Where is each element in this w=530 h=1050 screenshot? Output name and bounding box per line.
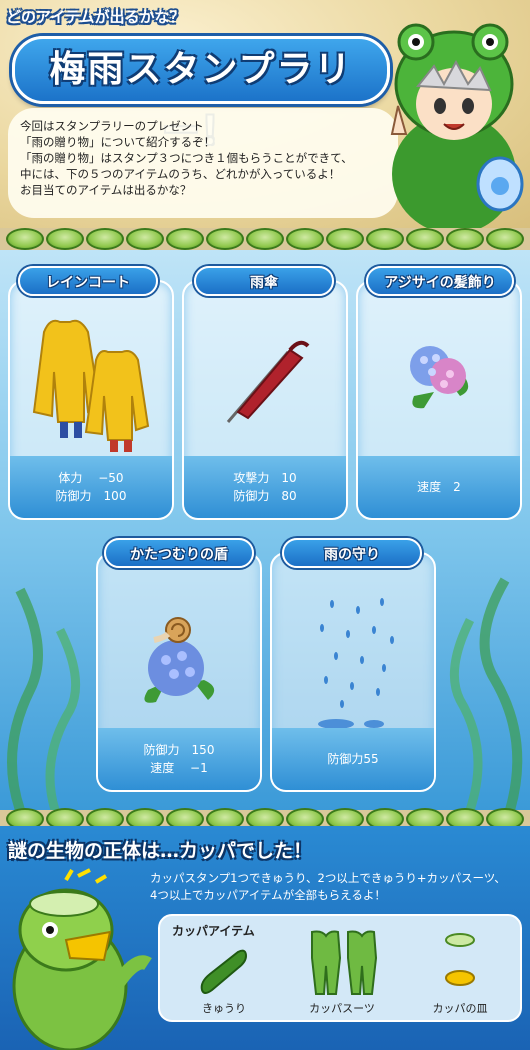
lily-pad-icon <box>246 228 284 250</box>
intro-box: 今回はスタンプラリーのプレゼント 「雨の贈り物」について紹介するぞ！ 「雨の贈り… <box>8 108 398 218</box>
intro-line: お目当てのアイテムは出るかな？ <box>20 183 192 197</box>
item-section: 体力 −50 防御力 100 レインコート 攻撃力 10 防御力 80 雨傘 速… <box>0 250 530 810</box>
raincoat-icon <box>32 319 150 452</box>
kappa-suit-icon <box>311 930 378 995</box>
lily-pad-icon <box>126 228 164 250</box>
intro-line: 今回はスタンプラリーのプレゼント <box>20 119 204 133</box>
lily-pad-icon <box>366 228 404 250</box>
lily-pad-icon <box>446 228 484 250</box>
kappa-items-box: カッパアイテム きゅうり カッパスーツ カッパの皿 <box>158 914 522 1022</box>
seaweed-decoration <box>449 577 523 810</box>
item-stat: 防御力 150 <box>143 743 215 757</box>
kappa-description: カッパスタンプ1つできゅうり、2つ以上できゅうり+カッパスーツ、 4つ以上でカッ… <box>150 870 525 904</box>
cucumber-icon <box>200 949 248 994</box>
kappa-box-label: カッパアイテム <box>172 924 255 938</box>
lily-pad-icon <box>46 228 84 250</box>
kappa-desc-line: 4つ以上でカッパアイテムが全部もらえるよ！ <box>150 888 386 902</box>
item-card: 攻撃力 10 防御力 80 <box>182 280 348 520</box>
item-name-label: アジサイの髪飾り <box>366 266 514 296</box>
lily-pad-icon <box>86 228 124 250</box>
item-card: 防御力55 <box>270 552 436 792</box>
lily-pad-icon <box>326 228 364 250</box>
lily-pad-icon <box>406 228 444 250</box>
lily-pad-icon <box>286 228 324 250</box>
item-stat: 防御力 100 <box>55 489 127 503</box>
lily-pad-icon <box>206 228 244 250</box>
lily-pad-icon <box>166 228 204 250</box>
kappa-item-label: カッパスーツ <box>309 1002 375 1015</box>
kappa-title: 謎の生物の正体は…カッパでした！ <box>8 840 313 862</box>
page: どのアイテムが出るかな？ 梅雨スタンプラリー！ 今回はスタンプラリーのプレゼント… <box>0 0 530 1050</box>
item-stat: 体力 −50 <box>58 471 124 485</box>
item-name-label: 雨傘 <box>194 266 334 296</box>
item-name-label: レインコート <box>18 266 158 296</box>
intro-line: 「雨の贈り物」について紹介するぞ！ <box>20 135 216 149</box>
kappa-item-label: きゅうり <box>202 1002 246 1015</box>
header-subtitle: どのアイテムが出るかな？ <box>6 8 185 26</box>
lily-pad-icon <box>6 228 44 250</box>
item-name-label: 雨の守り <box>282 538 422 568</box>
kappa-item-label: カッパの皿 <box>432 1002 488 1015</box>
item-stat: 防御力 80 <box>233 489 297 503</box>
title-banner: 梅雨スタンプラリー！ <box>12 36 390 152</box>
kappa-plate-icon <box>445 933 475 986</box>
kappa-section: 謎の生物の正体は…カッパでした！ カッパスタンプ1つできゅうり、2つ以上できゅう… <box>0 826 530 1050</box>
lily-pad-icon <box>486 228 524 250</box>
item-stat: 攻撃力 10 <box>233 471 297 485</box>
intro-line: 「雨の贈り物」はスタンプ３つにつき１個もらうことができて、 <box>20 151 353 165</box>
item-name-label: かたつむりの盾 <box>104 538 254 568</box>
umbrella-icon <box>226 340 310 423</box>
hydrangea-icon <box>410 346 469 409</box>
item-stat: 速度 2 <box>417 480 461 494</box>
kappa-character-illustration <box>12 868 152 1050</box>
item-card: 防御力 150 速度 −1 <box>96 552 262 792</box>
item-stat: 防御力55 <box>327 752 379 766</box>
item-card: 速度 2 <box>356 280 522 520</box>
item-card: 体力 −50 防御力 100 <box>8 280 174 520</box>
kappa-desc-line: カッパスタンプ1つできゅうり、2つ以上できゅうり+カッパスーツ、 <box>150 871 506 885</box>
raindrops-icon <box>318 598 394 729</box>
item-stat: 速度 −1 <box>150 761 208 775</box>
header: どのアイテムが出るかな？ 梅雨スタンプラリー！ 今回はスタンプラリーのプレゼント… <box>0 0 530 228</box>
frog-hood-character-illustration <box>390 23 524 228</box>
page-title: 梅雨スタンプラリー！ <box>49 49 353 152</box>
seaweed-decoration <box>7 587 81 810</box>
intro-line: 中には、下の５つのアイテムのうち、どれかが入っているよ！ <box>20 167 341 181</box>
lily-pad-row <box>0 228 530 252</box>
snail-shield-icon <box>144 617 215 703</box>
